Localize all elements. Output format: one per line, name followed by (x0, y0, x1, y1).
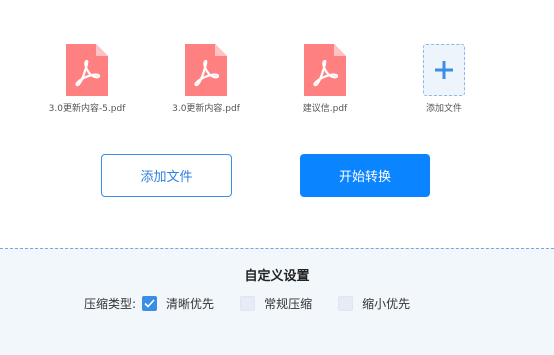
add-file-tile[interactable]: 添加文件 (389, 44, 499, 114)
settings-panel: 自定义设置 压缩类型: 清晰优先 常规压缩 缩小优先 (0, 248, 554, 355)
pdf-file-icon (185, 44, 227, 96)
add-file-tile-label: 添加文件 (425, 104, 462, 114)
compress-type-options: 压缩类型: 清晰优先 常规压缩 缩小优先 (84, 295, 436, 312)
file-item[interactable]: 3.0更新内容.pdf (151, 44, 261, 114)
file-name: 建议信.pdf (302, 104, 348, 114)
compress-type-label: 压缩类型: (84, 297, 137, 311)
pdf-compress-page: 3.0更新内容-5.pdf 3.0更新内容.pdf 建议信.pdf 添加文件 添… (0, 0, 554, 355)
file-item[interactable]: 3.0更新内容-5.pdf (32, 44, 142, 114)
option-label: 缩小优先 (362, 297, 411, 311)
add-file-button[interactable]: 添加文件 (101, 154, 232, 197)
pdf-file-icon (304, 44, 346, 96)
pdf-file-icon (66, 44, 108, 96)
option-label: 清晰优先 (166, 297, 215, 311)
file-item[interactable]: 建议信.pdf (270, 44, 380, 114)
plus-icon (435, 61, 453, 79)
checkbox-unchecked[interactable] (338, 296, 354, 311)
option-normal-compress[interactable]: 常规压缩 (240, 295, 312, 312)
add-file-box[interactable] (423, 44, 465, 96)
option-size-first[interactable]: 缩小优先 (338, 295, 410, 312)
file-list: 3.0更新内容-5.pdf 3.0更新内容.pdf 建议信.pdf 添加文件 (0, 44, 554, 124)
checkbox-checked[interactable] (142, 296, 158, 311)
checkbox-unchecked[interactable] (240, 296, 256, 311)
option-label: 常规压缩 (264, 297, 313, 311)
start-convert-button[interactable]: 开始转换 (300, 154, 430, 197)
option-clarity-first[interactable]: 清晰优先 (142, 295, 214, 312)
file-name: 3.0更新内容.pdf (172, 104, 240, 114)
file-name: 3.0更新内容-5.pdf (48, 104, 126, 114)
check-icon (144, 299, 155, 308)
settings-title: 自定义设置 (244, 269, 310, 284)
